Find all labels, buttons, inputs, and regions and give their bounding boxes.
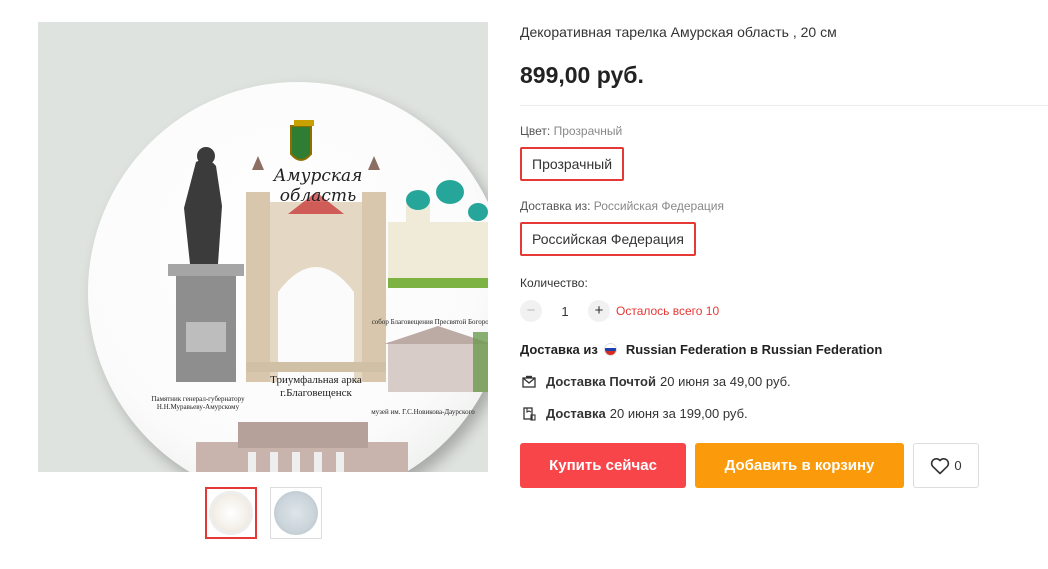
color-selected-value: Прозрачный [553, 124, 623, 138]
thumbnail-back-image [273, 491, 318, 535]
cathedral [388, 180, 488, 288]
thumbnail-back[interactable] [269, 487, 322, 539]
delivery-courier-label: Доставка [546, 406, 606, 421]
plate-image: Амурская область Триумфальная арка г.Бла… [88, 82, 488, 472]
russia-flag-icon [603, 343, 617, 356]
delivery-courier-row: Доставка 20 июня за 199,00 руб. [520, 406, 1048, 421]
divider [520, 105, 1048, 106]
color-label: Цвет: [520, 124, 551, 138]
action-buttons: Купить сейчас Добавить в корзину 0 [520, 443, 1048, 488]
quantity-increase-button[interactable]: + [588, 300, 610, 322]
delivery-post-row: Доставка Почтой 20 июня за 49,00 руб. [520, 374, 1048, 389]
plate-cathedral-caption: собор Благовещения Пресвятой Богородицы [371, 318, 488, 326]
thumbnail-front-image [208, 491, 253, 535]
stock-remaining: Осталось всего 10 [616, 304, 720, 318]
delivery-post-label: Доставка Почтой [546, 374, 656, 389]
quantity-decrease-button[interactable]: − [520, 300, 542, 322]
buy-now-button[interactable]: Купить сейчас [520, 443, 686, 488]
heart-icon [931, 457, 950, 474]
shipping-route-prefix: Доставка из [520, 342, 598, 357]
theater [196, 422, 408, 472]
delivery-courier-text: 20 июня за 199,00 руб. [609, 406, 748, 421]
plate-museum-caption: музей им. Г.С.Новикова-Даурского [371, 408, 475, 416]
product-main-image[interactable]: Амурская область Триумфальная арка г.Бла… [38, 22, 488, 472]
museum [384, 326, 488, 392]
wishlist-count: 0 [954, 458, 962, 473]
plate-arch-caption: Триумфальная арка г.Благовещенск [270, 374, 362, 399]
thumbnail-strip [38, 487, 488, 539]
thumbnail-front[interactable] [204, 487, 257, 539]
delivery-post-text: 20 июня за 49,00 руб. [660, 374, 791, 389]
shipping-route: Доставка из Russian Federation в Russian… [520, 342, 1048, 357]
ship-from-selected-value: Российская Федерация [593, 199, 724, 213]
monument-figure [168, 147, 244, 382]
color-option-chip[interactable]: Прозрачный [520, 147, 625, 181]
product-info: Декоративная тарелка Амурская область , … [520, 22, 1048, 488]
product-gallery: Амурская область Триумфальная арка г.Бла… [38, 22, 488, 539]
ship-from-label: Доставка из: [520, 199, 591, 213]
mail-icon [522, 375, 536, 388]
quantity-value[interactable]: 1 [542, 304, 588, 319]
quantity-stepper: − 1 + Осталось всего 10 [520, 300, 1048, 322]
ship-from-option-chip[interactable]: Российская Федерация [520, 222, 696, 256]
add-to-cart-button[interactable]: Добавить в корзину [695, 443, 904, 488]
courier-icon [523, 406, 536, 421]
quantity-label: Количество: [520, 276, 588, 290]
wishlist-button[interactable]: 0 [913, 443, 979, 488]
shipping-route-text: Russian Federation в Russian Federation [625, 342, 883, 357]
plate-region-title: Амурская область [273, 166, 363, 206]
plate-monument-caption: Памятник генерал-губернатору Н.Н.Муравье… [151, 395, 245, 412]
product-price: 899,00 руб. [520, 62, 644, 88]
product-title: Декоративная тарелка Амурская область , … [520, 24, 837, 40]
ship-from-option-label: Доставка из: Российская Федерация [520, 199, 1048, 213]
color-option-label: Цвет: Прозрачный [520, 124, 1048, 138]
